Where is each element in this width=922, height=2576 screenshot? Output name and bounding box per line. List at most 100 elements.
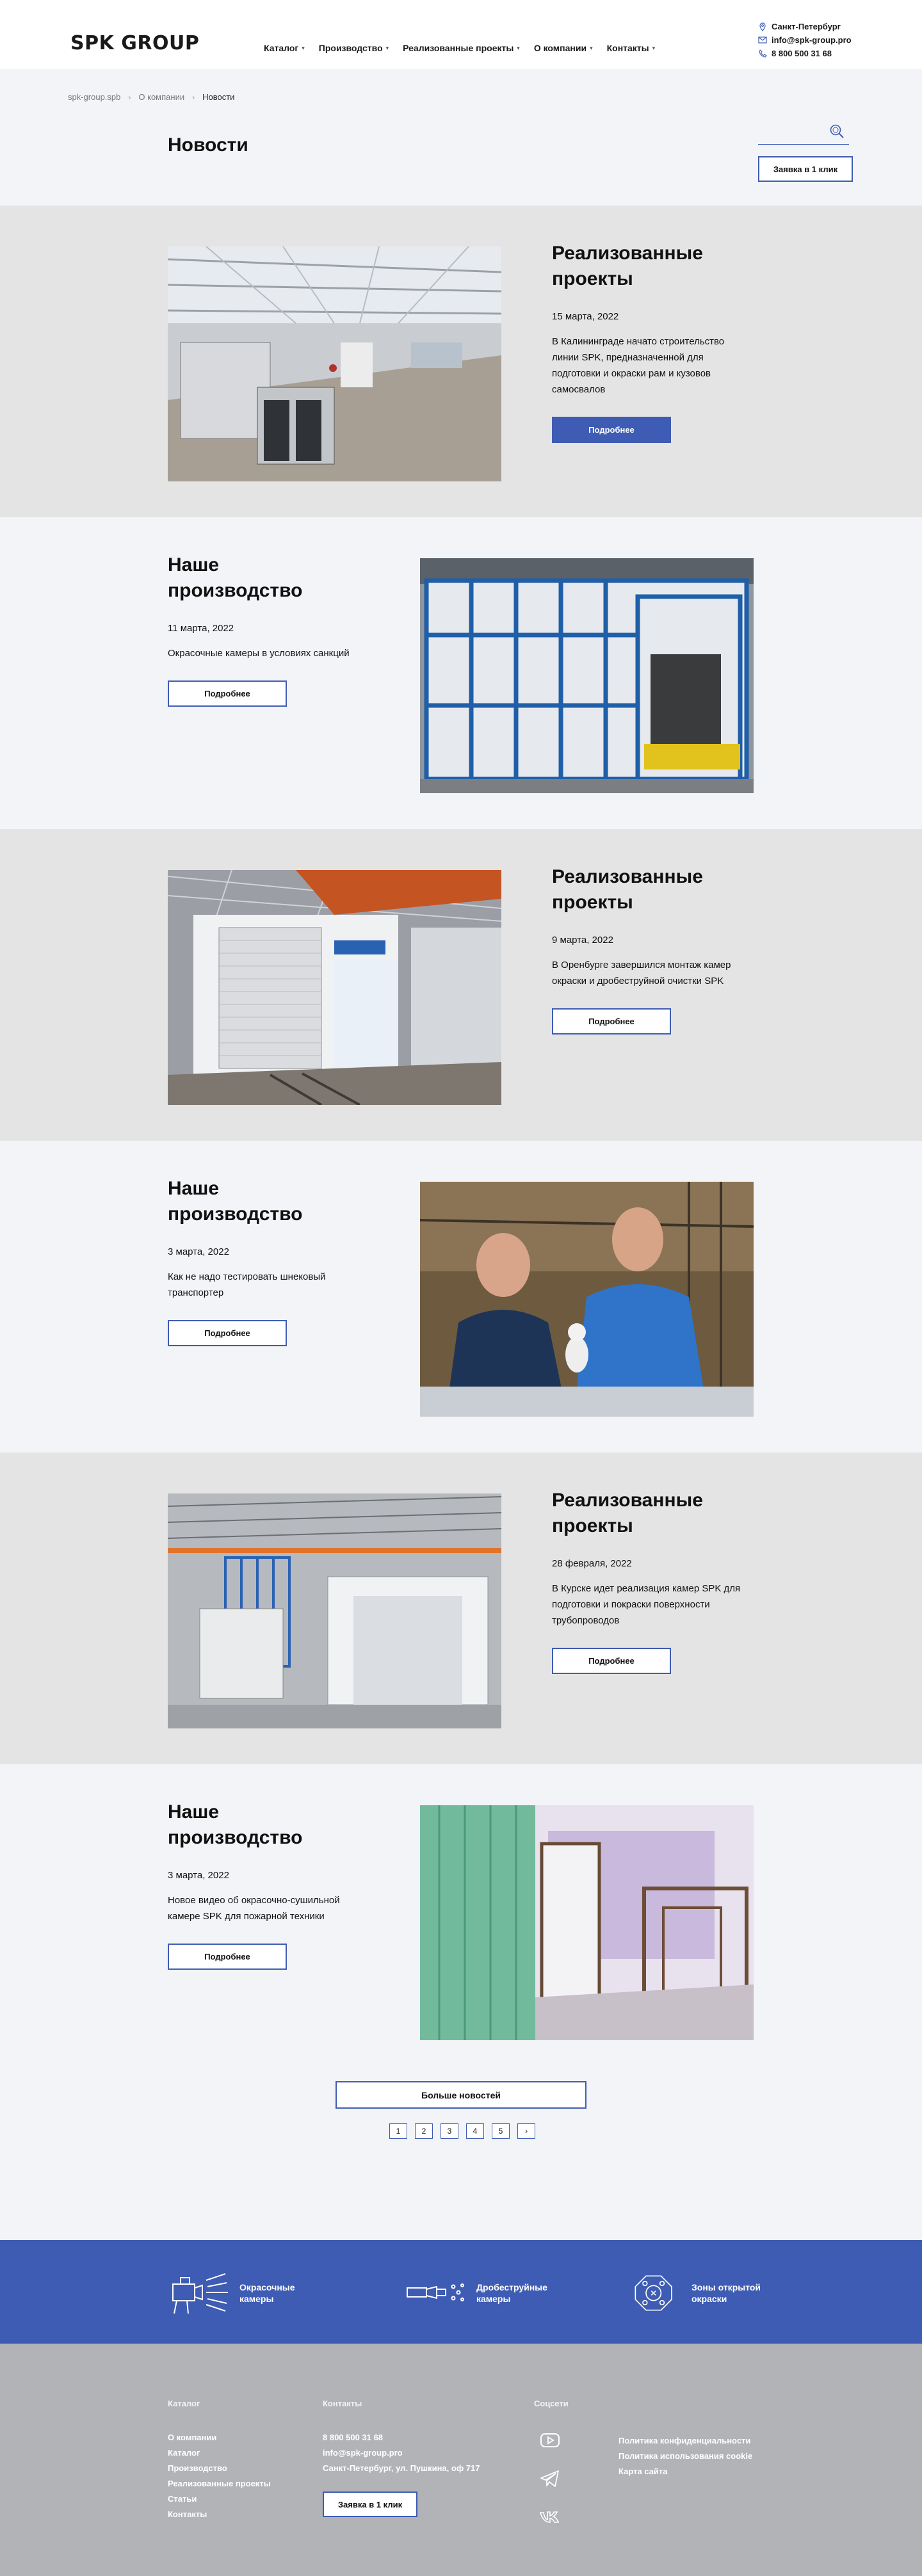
- footer-contacts-title[interactable]: Контакты: [323, 2399, 480, 2408]
- breadcrumb: spk-group.spb › О компании › Новости: [68, 92, 234, 102]
- privacy-policy-link[interactable]: Политика конфиденциальности: [619, 2433, 752, 2449]
- news-description[interactable]: В Оренбурге завершился монтаж камер окра…: [552, 957, 750, 989]
- news-description[interactable]: Окрасочные камеры в условиях санкций: [168, 645, 366, 661]
- nav-catalog[interactable]: Каталог ▾: [264, 43, 305, 53]
- vk-icon[interactable]: [539, 2507, 561, 2527]
- read-more-button[interactable]: Подробнее: [168, 1320, 287, 1346]
- read-more-button[interactable]: Подробнее: [168, 680, 287, 707]
- category-label: Дробеструйные камеры: [476, 2282, 547, 2304]
- nav-about[interactable]: О компании ▾: [534, 43, 593, 53]
- news-description[interactable]: Новое видео об окрасочно-сушильной камер…: [168, 1892, 366, 1924]
- news-category[interactable]: Реализованные проекты: [552, 1488, 718, 1539]
- news-description[interactable]: В Курске идет реализация камер SPK для п…: [552, 1581, 750, 1629]
- news-text: Наше производство 3 марта, 2022 Как не н…: [168, 1176, 373, 1346]
- page-button-3[interactable]: 3: [441, 2123, 458, 2139]
- footer-catalog-title[interactable]: Каталог: [168, 2399, 271, 2408]
- news-date: 11 марта, 2022: [168, 623, 234, 634]
- read-more-button[interactable]: Подробнее: [552, 1008, 671, 1034]
- city-label: Санкт-Петербург: [772, 22, 841, 31]
- page-button-2[interactable]: 2: [415, 2123, 433, 2139]
- news-item: Реализованные проекты 15 марта, 2022 В К…: [0, 205, 922, 517]
- footer-catalog: Каталог О компании Каталог Производство …: [168, 2399, 271, 2522]
- category-label: Окрасочные камеры: [239, 2282, 295, 2304]
- footer-link-catalog[interactable]: Каталог: [168, 2445, 271, 2461]
- quick-order-button[interactable]: Заявка в 1 клик: [758, 156, 853, 182]
- search-input[interactable]: [758, 124, 829, 141]
- news-description[interactable]: Как не надо тестировать шнековый транспо…: [168, 1269, 366, 1301]
- nav-label: Реализованные проекты: [403, 43, 514, 53]
- nav-label: О компании: [533, 43, 587, 53]
- footer-link-articles[interactable]: Статьи: [168, 2491, 271, 2507]
- location-pin-icon: [758, 22, 767, 31]
- phone-label: 8 800 500 31 68: [772, 49, 832, 58]
- site-header: SPK GROUP Каталог ▾ Производство ▾ Реализо…: [0, 0, 922, 69]
- load-more-button[interactable]: Больше новостей: [336, 2081, 586, 2109]
- header-email[interactable]: info@spk-group.pro: [758, 35, 852, 45]
- news-text: Реализованные проекты 28 февраля, 2022 В…: [552, 1488, 757, 1674]
- news-category[interactable]: Реализованные проекты: [552, 864, 718, 915]
- telegram-icon[interactable]: [539, 2468, 561, 2489]
- news-image-pipeline-booths[interactable]: [168, 1493, 501, 1728]
- nav-contacts[interactable]: Контакты ▾: [607, 43, 656, 53]
- nav-projects[interactable]: Реализованные проекты ▾: [403, 43, 520, 53]
- chevron-down-icon: ▾: [302, 44, 305, 51]
- logo[interactable]: SPK GROUP: [70, 32, 199, 54]
- open-zone-icon: [635, 2275, 672, 2311]
- breadcrumb-home[interactable]: spk-group.spb: [68, 92, 120, 102]
- news-date: 3 марта, 2022: [168, 1870, 229, 1881]
- main-nav: Каталог ▾ Производство ▾ Реализованные про…: [264, 43, 655, 53]
- footer-phone[interactable]: 8 800 500 31 68: [323, 2430, 480, 2445]
- read-more-button[interactable]: Подробнее: [168, 1944, 287, 1970]
- news-image-factory-hall[interactable]: [168, 246, 501, 481]
- news-description[interactable]: В Калининграде начато строительство лини…: [552, 334, 750, 398]
- city-selector[interactable]: Санкт-Петербург: [758, 22, 852, 31]
- news-image-paint-booth[interactable]: [420, 558, 754, 793]
- footer-link-production[interactable]: Производство: [168, 2461, 271, 2476]
- footer-link-projects[interactable]: Реализованные проекты: [168, 2476, 271, 2491]
- phone-icon: [758, 49, 767, 58]
- footer-link-about[interactable]: О компании: [168, 2430, 271, 2445]
- nav-label: Производство: [318, 43, 383, 53]
- mail-icon: [758, 36, 767, 45]
- pagination: 1 2 3 4 5 ›: [389, 2123, 535, 2139]
- breadcrumb-separator-icon: ›: [128, 92, 131, 102]
- cookie-policy-link[interactable]: Политика использования cookie: [619, 2449, 752, 2464]
- news-category[interactable]: Наше производство: [168, 1176, 334, 1227]
- search-icon[interactable]: [829, 123, 845, 140]
- news-category[interactable]: Наше производство: [168, 552, 334, 604]
- news-image-fire-truck-booth[interactable]: [420, 1805, 754, 2040]
- news-text: Наше производство 3 марта, 2022 Новое ви…: [168, 1799, 373, 1970]
- read-more-button[interactable]: Подробнее: [552, 1648, 671, 1674]
- news-image-blast-booth[interactable]: [168, 870, 501, 1105]
- breadcrumb-about[interactable]: О компании: [138, 92, 184, 102]
- footer-address: Санкт-Петербург, ул. Пушкина, оф 717: [323, 2463, 480, 2473]
- footer-policy: Политика конфиденциальности Политика исп…: [619, 2433, 752, 2479]
- news-category[interactable]: Реализованные проекты: [552, 241, 718, 292]
- read-more-button[interactable]: Подробнее: [552, 417, 671, 443]
- header-phone[interactable]: 8 800 500 31 68: [758, 49, 852, 58]
- news-image-workers[interactable]: [420, 1182, 754, 1417]
- category-open-zones[interactable]: Зоны открытой окраски: [630, 2271, 762, 2315]
- nav-label: Каталог: [264, 43, 299, 53]
- page-button-5[interactable]: 5: [492, 2123, 510, 2139]
- chevron-down-icon: ▾: [385, 44, 389, 51]
- footer-link-contacts[interactable]: Контакты: [168, 2507, 271, 2522]
- next-page-button[interactable]: ›: [517, 2123, 535, 2139]
- news-item: Наше производство 3 марта, 2022 Новое ви…: [0, 1764, 922, 2076]
- news-text: Реализованные проекты 9 марта, 2022 В Ор…: [552, 864, 757, 1034]
- footer-quick-order-button[interactable]: Заявка в 1 клик: [323, 2491, 417, 2517]
- news-category[interactable]: Наше производство: [168, 1799, 334, 1851]
- nav-production[interactable]: Производство ▾: [319, 43, 389, 53]
- breadcrumb-current: Новости: [202, 92, 235, 102]
- youtube-icon[interactable]: [539, 2430, 561, 2451]
- footer-email[interactable]: info@spk-group.pro: [323, 2445, 480, 2461]
- news-date: 15 марта, 2022: [552, 311, 619, 322]
- category-paint-booths[interactable]: Окрасочные камеры: [168, 2271, 310, 2315]
- news-date: 9 марта, 2022: [552, 935, 613, 946]
- category-blast-booths[interactable]: Дробеструйные камеры: [405, 2271, 547, 2315]
- page-button-4[interactable]: 4: [466, 2123, 484, 2139]
- news-item: Реализованные проекты 28 февраля, 2022 В…: [0, 1453, 922, 1764]
- page-button-1[interactable]: 1: [389, 2123, 407, 2139]
- category-label: Зоны открытой окраски: [691, 2282, 761, 2304]
- sitemap-link[interactable]: Карта сайта: [619, 2464, 752, 2479]
